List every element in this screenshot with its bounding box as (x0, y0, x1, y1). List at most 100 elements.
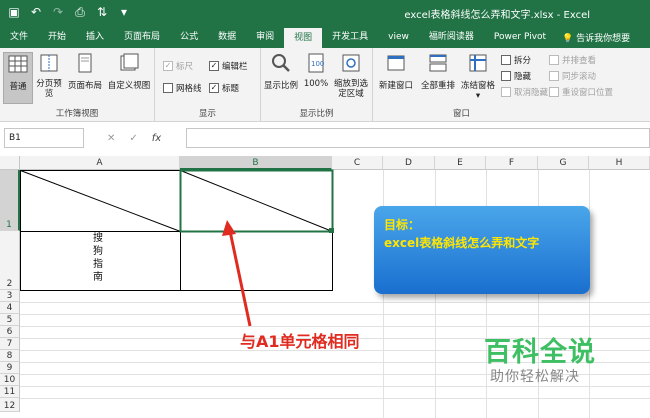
tab-view-addin[interactable]: view (378, 26, 419, 48)
tab-power-pivot[interactable]: Power Pivot (484, 26, 556, 48)
formula-buttons: ✕ ✓ fx (95, 128, 185, 148)
custom-views-button[interactable]: 自定义视图 (106, 52, 152, 91)
tell-me-box[interactable]: 💡 告诉我你想要 (562, 31, 630, 44)
custom-views-label: 自定义视图 (107, 81, 151, 91)
arrange-all-icon (429, 54, 447, 72)
arrange-all-label: 全部重排 (420, 81, 455, 91)
sync-scroll-icon (549, 71, 559, 81)
gridlines-label: 网格线 (176, 84, 202, 94)
group-window: 新建窗口 全部重排 冻结窗格 ▾ 拆分 隐藏 取消隐藏 并排查看 同步滚动 重设… (373, 48, 650, 122)
a2-char: 指 (93, 259, 103, 270)
formula-bar: B1 ✕ ✓ fx (0, 128, 650, 148)
window-group-label: 窗口 (452, 109, 470, 119)
tab-insert[interactable]: 插入 (76, 26, 114, 48)
split-label: 拆分 (514, 56, 532, 66)
watermark-logo: 百科全说 (484, 337, 596, 368)
split-button[interactable]: 拆分 (501, 54, 531, 66)
gridlines-check-box (163, 83, 173, 93)
side-by-side-label: 并排查看 (562, 56, 597, 66)
new-window-label: 新建窗口 (378, 81, 413, 91)
ribbon: 普通 分页预览 页面布局 自定义视图 工作簿视图 ✓ 标尺 ✓ 编辑栏 网格线 ✓ 标… (0, 48, 650, 122)
tab-home[interactable]: 开始 (38, 26, 76, 48)
a2-char: 狗 (93, 246, 103, 257)
enter-icon[interactable]: ✓ (129, 133, 137, 144)
page-layout-label: 页面布局 (67, 81, 102, 91)
name-box[interactable]: B1 (4, 128, 84, 148)
svg-text:100: 100 (311, 60, 324, 68)
workbook-views-group-label: 工作簿视图 (55, 109, 99, 119)
cell-a2-text: 搜 狗 指 南 (88, 232, 108, 284)
zoom-selection-label: 缩放到选定区域 (333, 79, 368, 99)
tell-me-label: 告诉我你想要 (576, 33, 631, 44)
zoom-button[interactable]: 显示比例 (263, 52, 299, 91)
unhide-icon (501, 87, 511, 97)
hide-button[interactable]: 隐藏 (501, 70, 531, 82)
page-break-label: 分页预览 (36, 79, 62, 99)
cell-b1-diagonal (180, 170, 333, 232)
lightbulb-icon: 💡 (562, 33, 574, 44)
zoom-group-label: 显示比例 (299, 109, 334, 119)
arrange-all-button[interactable]: 全部重排 (419, 52, 457, 91)
annotation-arrow-line (228, 230, 252, 327)
sync-scroll-button[interactable]: 同步滚动 (549, 70, 596, 82)
normal-view-button[interactable]: 普通 (3, 52, 33, 104)
group-show: ✓ 标尺 ✓ 编辑栏 网格线 ✓ 标题 显示 (155, 48, 261, 122)
freeze-panes-icon (469, 54, 487, 72)
reset-window-label: 重设窗口位置 (562, 88, 614, 98)
goal-callout: 目标： excel表格斜线怎么弄和文字 (374, 206, 590, 294)
reset-window-icon (549, 87, 559, 97)
custom-views-icon (120, 53, 139, 71)
same-as-a1-annotation: 与A1单元格相同 (240, 332, 360, 351)
page-layout-view-button[interactable]: 页面布局 (65, 52, 105, 91)
tab-file[interactable]: 文件 (0, 26, 38, 48)
group-workbook-views: 普通 分页预览 页面布局 自定义视图 工作簿视图 (0, 48, 155, 122)
gridlines-checkbox[interactable]: 网格线 (163, 82, 202, 94)
insert-function-icon[interactable]: fx (152, 133, 161, 144)
window-title: excel表格斜线怎么弄和文字.xlsx - Excel (404, 10, 590, 21)
formula-input[interactable] (186, 128, 650, 148)
reset-window-button[interactable]: 重设窗口位置 (549, 86, 613, 98)
headings-checkbox[interactable]: ✓ 标题 (209, 82, 239, 94)
tab-view[interactable]: 视图 (284, 26, 323, 48)
tab-review[interactable]: 审阅 (246, 26, 284, 48)
formula-bar-label: 编辑栏 (222, 62, 248, 72)
normal-view-label: 普通 (9, 82, 27, 92)
new-window-icon (387, 55, 405, 71)
zoom-100-button[interactable]: 100 100% (303, 52, 329, 89)
normal-view-icon (8, 55, 28, 73)
tab-formulas[interactable]: 公式 (170, 26, 208, 48)
show-group-label: 显示 (198, 109, 216, 119)
callout-body: excel表格斜线怎么弄和文字 (384, 236, 540, 250)
unhide-label: 取消隐藏 (514, 88, 549, 98)
formula-bar-checkbox[interactable]: ✓ 编辑栏 (209, 60, 248, 72)
a2-char: 南 (93, 272, 103, 283)
page-break-preview-button[interactable]: 分页预览 (36, 52, 62, 99)
zoom-to-selection-button[interactable]: 缩放到选定区域 (331, 52, 371, 99)
zoom-100-icon: 100 (308, 53, 324, 73)
group-zoom: 显示比例 100 100% 缩放到选定区域 显示比例 (261, 48, 373, 122)
cancel-icon[interactable]: ✕ (107, 133, 115, 144)
split-icon (501, 55, 511, 65)
sync-scroll-label: 同步滚动 (562, 72, 597, 82)
tab-page-layout[interactable]: 页面布局 (114, 26, 170, 48)
headings-check-box: ✓ (209, 83, 219, 93)
callout-title: 目标： (384, 218, 421, 232)
hide-icon (501, 71, 511, 81)
new-window-button[interactable]: 新建窗口 (377, 52, 415, 91)
dropdown-arrow-icon: ▾ (475, 91, 481, 101)
page-break-icon (40, 54, 58, 72)
watermark-slogan: 助你轻松解决 (490, 369, 580, 385)
unhide-button[interactable]: 取消隐藏 (501, 86, 548, 98)
freeze-panes-button[interactable]: 冻结窗格 ▾ (459, 52, 497, 101)
zoom-100-label: 100% (303, 79, 329, 89)
ruler-checkbox[interactable]: ✓ 标尺 (163, 60, 193, 72)
title-bar: ▣ ↶ ↷ ⎙ ⇅ ▾ excel表格斜线怎么弄和文字.xlsx - Excel (0, 0, 650, 26)
ruler-check-box: ✓ (163, 61, 173, 71)
tab-developer[interactable]: 开发工具 (322, 26, 378, 48)
tab-data[interactable]: 数据 (208, 26, 246, 48)
freeze-panes-label: 冻结窗格 (460, 81, 495, 91)
ribbon-tabs: 文件 开始 插入 页面布局 公式 数据 审阅 视图 开发工具 view 福昕阅读… (0, 26, 650, 48)
tab-foxit[interactable]: 福昕阅读器 (419, 26, 484, 48)
side-by-side-button[interactable]: 并排查看 (549, 54, 596, 66)
headings-label: 标题 (222, 84, 240, 94)
